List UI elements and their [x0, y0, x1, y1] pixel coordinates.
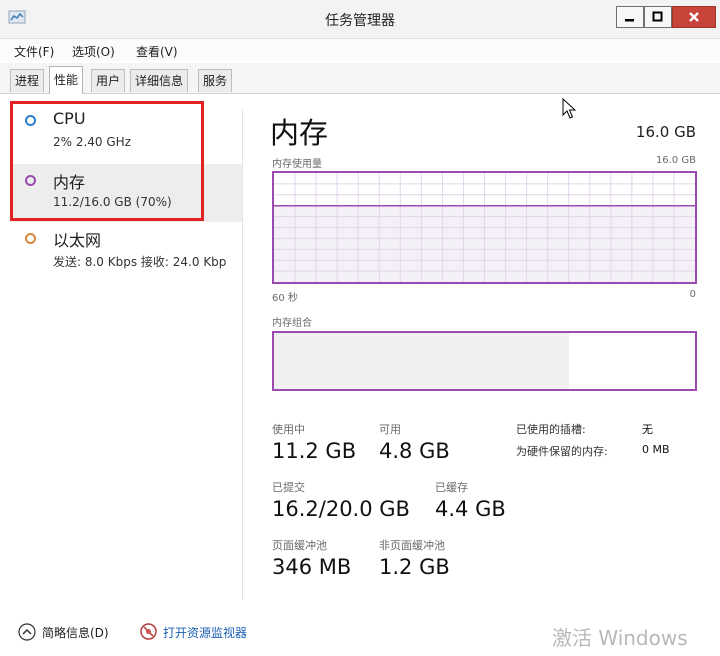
resource-detail: 2% 2.40 GHz — [53, 135, 132, 149]
composition-free — [684, 333, 695, 389]
usage-chart-graph — [274, 173, 695, 282]
activation-watermark: 激活 Windows — [552, 626, 688, 650]
available-label: 可用 — [379, 423, 401, 436]
resource-ethernet[interactable]: 以太网 发送: 8.0 Kbps 接收: 24.0 Kbp — [10, 222, 242, 280]
mouse-cursor-icon — [562, 98, 576, 119]
tab-details[interactable]: 详细信息 — [130, 69, 189, 92]
composition-in-use — [274, 333, 570, 389]
memory-total: 16.0 GB — [635, 123, 696, 141]
cached-value: 4.4 GB — [435, 497, 506, 521]
tab-performance[interactable]: 性能 — [49, 66, 84, 94]
window-title: 任务管理器 — [325, 13, 395, 29]
cpu-indicator-icon — [25, 115, 36, 126]
available-value: 4.8 GB — [379, 439, 450, 463]
resource-name: CPU — [53, 109, 86, 128]
memory-usage-chart — [272, 171, 697, 284]
paged-pool-label: 页面缓冲池 — [272, 539, 327, 552]
resource-name: 内存 — [53, 173, 86, 192]
memory-indicator-icon — [25, 175, 36, 186]
usage-chart-max: 16.0 GB — [655, 155, 696, 166]
resource-name: 以太网 — [53, 231, 102, 250]
nonpaged-pool-value: 1.2 GB — [379, 555, 450, 579]
resource-cpu[interactable]: CPU 2% 2.40 GHz — [10, 104, 242, 162]
pane-divider[interactable] — [242, 110, 243, 600]
minimize-button[interactable] — [616, 6, 644, 28]
cached-label: 已缓存 — [435, 481, 468, 494]
chevron-up-icon[interactable] — [18, 623, 36, 641]
menu-options[interactable]: 选项(O) — [72, 43, 115, 60]
resource-detail: 发送: 8.0 Kbps 接收: 24.0 Kbp — [53, 255, 227, 269]
paged-pool-value: 346 MB — [272, 555, 352, 579]
maximize-button[interactable] — [644, 6, 672, 28]
fewer-details-link[interactable]: 简略信息(D) — [42, 624, 109, 641]
usage-chart-label: 内存使用量 — [272, 159, 322, 170]
menu-view[interactable]: 查看(V) — [136, 43, 178, 60]
minimize-icon — [625, 19, 634, 22]
close-icon — [689, 12, 699, 22]
tab-services[interactable]: 服务 — [198, 69, 233, 92]
menu-file[interactable]: 文件(F) — [14, 43, 54, 60]
resource-memory[interactable]: 内存 11.2/16.0 GB (70%) — [10, 164, 242, 222]
open-resource-monitor-link[interactable]: 打开资源监视器 — [163, 624, 247, 641]
menu-bar: 文件(F) 选项(O) 查看(V) — [0, 39, 720, 61]
committed-label: 已提交 — [272, 481, 305, 494]
maximize-icon — [652, 11, 663, 22]
close-button[interactable] — [672, 6, 716, 28]
ethernet-indicator-icon — [25, 233, 36, 244]
memory-composition-chart — [272, 331, 697, 391]
reserved-label: 为硬件保留的内存: — [516, 445, 608, 458]
title-bar: 任务管理器 — [0, 0, 720, 39]
reserved-value: 0 MB — [642, 443, 670, 456]
composition-chart-label: 内存组合 — [272, 318, 312, 329]
time-axis-right: 0 — [689, 289, 696, 300]
resource-detail: 11.2/16.0 GB (70%) — [53, 195, 172, 209]
time-axis-left: 60 秒 — [272, 293, 298, 304]
tab-users[interactable]: 用户 — [91, 69, 126, 92]
in-use-value: 11.2 GB — [272, 439, 357, 463]
tab-processes[interactable]: 进程 — [10, 69, 45, 92]
slots-label: 已使用的插槽: — [516, 423, 586, 436]
tab-bar: 进程 性能 用户 详细信息 服务 — [0, 63, 720, 94]
in-use-label: 使用中 — [272, 423, 305, 436]
resource-monitor-icon — [140, 623, 157, 640]
nonpaged-pool-label: 非页面缓冲池 — [379, 539, 445, 552]
page-title: 内存 — [270, 116, 329, 150]
slots-value: 无 — [642, 423, 653, 436]
committed-value: 16.2/20.0 GB — [272, 497, 410, 521]
composition-standby — [568, 333, 686, 389]
